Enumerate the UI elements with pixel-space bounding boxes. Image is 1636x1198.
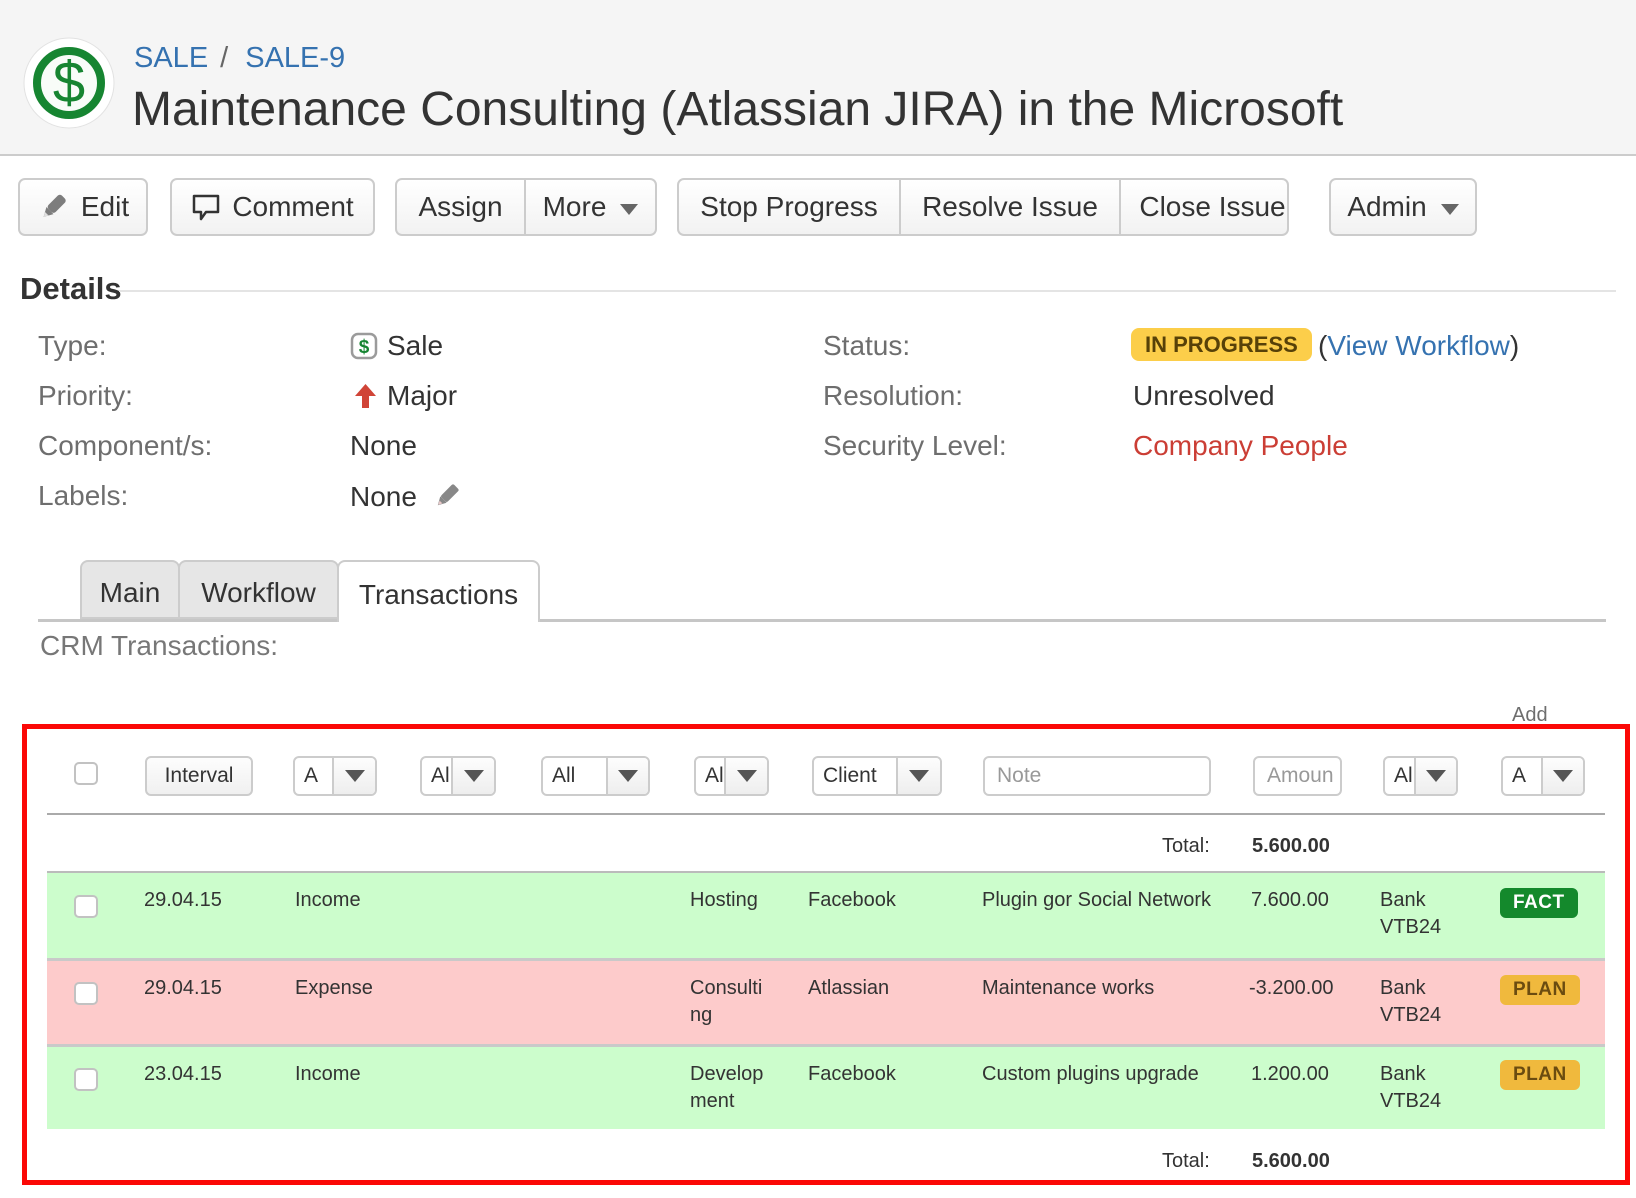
svg-text:$: $ xyxy=(53,50,85,115)
svg-text:$: $ xyxy=(359,337,370,358)
